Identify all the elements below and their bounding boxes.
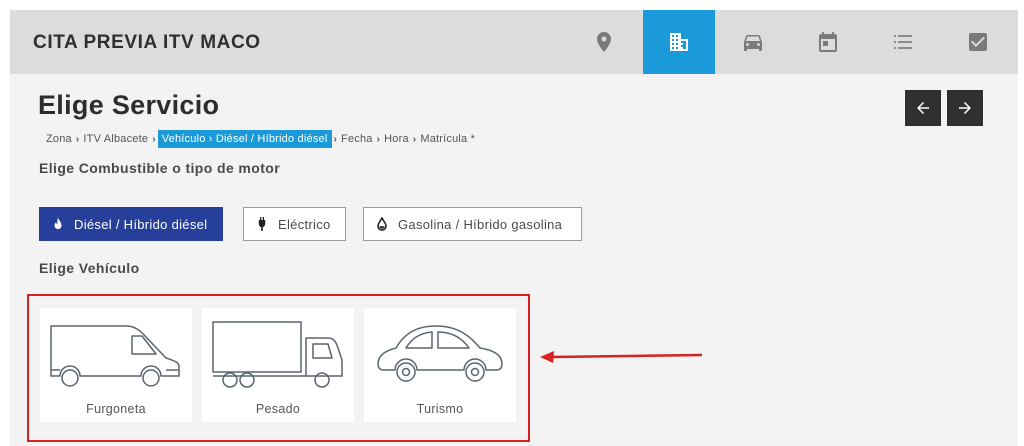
red-arrow-annotation [540, 351, 703, 363]
fuel-option-diesel[interactable]: Diésel / Híbrido diésel [39, 207, 223, 241]
vehicle-selection-highlight: Furgoneta Pesado Turismo [27, 294, 530, 442]
vehicle-label: Pesado [255, 402, 301, 416]
fuel-option-label: Diésel / Híbrido diésel [74, 216, 208, 232]
plug-icon [256, 217, 268, 231]
van-icon [50, 325, 180, 387]
brand-title: CITA PREVIA ITV MACO [33, 32, 261, 53]
crumb-separator: › [412, 133, 417, 145]
previous-button[interactable] [905, 90, 941, 126]
breadcrumb: Zona › ITV Albacete › Vehículo › Diésel … [44, 129, 477, 149]
crumb-separator: › [75, 133, 80, 145]
nav-list[interactable] [867, 10, 939, 74]
app-frame: CITA PREVIA ITV MACO Elige Servicio Zona… [10, 10, 1018, 446]
next-button[interactable] [947, 90, 983, 126]
crumb-zona[interactable]: Zona [44, 133, 74, 145]
nav-vehicle[interactable] [717, 10, 789, 74]
crumb-matricula: Matrícula * [420, 133, 476, 145]
crumb-itv[interactable]: ITV Albacete [81, 133, 150, 145]
vehicle-label: Furgoneta [86, 402, 146, 416]
fuel-option-label: Gasolina / Híbrido gasolina [398, 216, 563, 232]
nav-location[interactable] [568, 10, 640, 74]
fuel-option-gasoline[interactable]: Gasolina / Híbrido gasolina [363, 207, 582, 241]
crumb-hora: Hora [384, 133, 409, 145]
truck-icon [212, 321, 343, 388]
crumb-separator: › [333, 133, 338, 145]
crumb-fecha: Fecha [341, 133, 373, 145]
checkbox-icon [969, 33, 987, 51]
fuel-option-electric[interactable]: Eléctrico [243, 207, 346, 241]
map-pin-icon [597, 32, 611, 52]
building-icon [670, 33, 688, 51]
vehicle-label: Turismo [416, 402, 464, 416]
arrow-right-icon [959, 102, 971, 114]
crumb-current: Vehículo › Diésel / Híbrido diésel [157, 130, 332, 148]
top-bar: CITA PREVIA ITV MACO [10, 10, 1018, 74]
drop-icon [376, 217, 388, 231]
fuel-section-label: Elige Combustible o tipo de motor [39, 160, 281, 176]
calendar-icon [819, 32, 837, 52]
vehicle-option-turismo[interactable]: Turismo [364, 308, 516, 422]
beetle-car-icon [377, 325, 503, 382]
car-icon [744, 35, 762, 51]
arrow-left-icon [917, 102, 929, 114]
page-title: Elige Servicio [38, 90, 220, 120]
list-icon [894, 35, 912, 49]
nav-confirm[interactable] [942, 10, 1014, 74]
vehicle-option-furgoneta[interactable]: Furgoneta [40, 308, 192, 422]
nav-date[interactable] [792, 10, 864, 74]
nav-station[interactable] [643, 10, 715, 74]
flame-icon [52, 217, 64, 231]
vehicle-section-label: Elige Vehículo [39, 260, 140, 276]
vehicle-option-pesado[interactable]: Pesado [202, 308, 354, 422]
crumb-separator: › [152, 133, 156, 145]
fuel-option-label: Eléctrico [278, 216, 331, 232]
crumb-separator: › [376, 133, 381, 145]
